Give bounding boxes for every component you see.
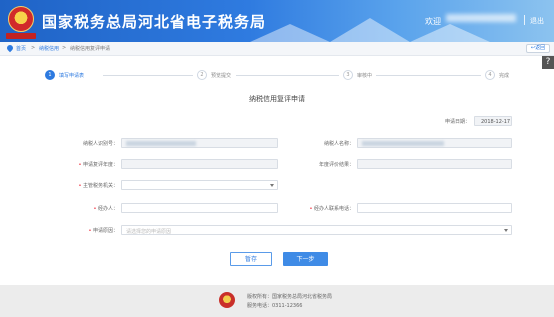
breadcrumb-separator: > [62, 45, 67, 51]
location-pin-icon [5, 43, 15, 53]
welcome-text: 欢迎 [425, 17, 441, 26]
top-header: 国家税务总局河北省电子税务局 欢迎 退出 [0, 0, 554, 42]
back-button-label: 返回 [535, 45, 546, 51]
apply-date-label: 申请日期： [444, 119, 470, 125]
step-connector [236, 75, 339, 76]
chevron-down-icon [504, 229, 508, 232]
header-divider [524, 15, 525, 25]
eval-year-field [121, 159, 278, 169]
step-connector [376, 75, 481, 76]
contact-label-text: 经办人： [97, 206, 118, 212]
tax-authority-label: • 主管税务机关： [58, 182, 118, 189]
annual-result-label: 年度评价结果： [318, 162, 354, 168]
step-1-label: 填写申请表 [59, 73, 85, 79]
header-mountain-decoration [330, 18, 410, 42]
contact-phone-label: • 经办人联系电话： [284, 205, 354, 212]
help-icon[interactable]: ? [542, 56, 554, 69]
user-name-redacted [446, 14, 516, 22]
contact-input[interactable] [121, 203, 278, 213]
breadcrumb-separator: > [31, 45, 36, 51]
back-button[interactable]: ↩返回 [526, 44, 550, 53]
site-title: 国家税务总局河北省电子税务局 [42, 13, 267, 31]
breadcrumb-current: 纳税信用复评申请 [70, 46, 111, 52]
step-1-number: 1 [45, 70, 55, 80]
breadcrumb-credit[interactable]: 纳税信用 [39, 45, 59, 52]
eval-year-label: • 申请复评年度： [58, 161, 118, 168]
footer-hotline: 服务电话：0311-12366 [247, 303, 303, 309]
tax-authority-label-text: 主管税务机关： [82, 183, 118, 189]
apply-date-field: 2018-12-17 [474, 116, 512, 126]
step-3-label: 审核中 [357, 73, 373, 79]
reason-placeholder: 请选择您的申请原因 [126, 229, 172, 235]
tax-authority-select[interactable] [121, 180, 278, 190]
step-3-number: 3 [343, 70, 353, 80]
logout-link[interactable]: 退出 [530, 16, 544, 26]
contact-label: • 经办人： [58, 205, 118, 212]
breadcrumb: 首页 > 纳税信用 > 纳税信用复评申请 ↩返回 [0, 42, 554, 56]
contact-phone-label-text: 经办人联系电话： [313, 206, 354, 212]
tax-emblem-banner-icon [6, 33, 36, 39]
step-connector [103, 75, 193, 76]
taxpayer-name-field [357, 138, 512, 148]
chevron-down-icon [270, 184, 274, 187]
footer-copyright: 版权所有：国家税务总局河北省税务局 [247, 294, 333, 300]
reason-label: • 申请原因： [58, 227, 118, 234]
header-mountain-decoration [410, 24, 490, 42]
next-step-button[interactable]: 下一步 [283, 252, 328, 266]
taxpayer-id-field [121, 138, 278, 148]
reason-label-text: 申请原因： [92, 228, 118, 234]
taxpayer-name-redacted [362, 141, 444, 146]
annual-result-field [357, 159, 512, 169]
step-4-number: 4 [485, 70, 495, 80]
eval-year-label-text: 申请复评年度： [82, 162, 118, 168]
save-draft-button[interactable]: 暂存 [230, 252, 272, 266]
step-2-number: 2 [197, 70, 207, 80]
taxpayer-name-label: 纳税人名称： [323, 141, 354, 147]
form-title: 纳税信用复评申请 [249, 95, 305, 103]
footer: 版权所有：国家税务总局河北省税务局 服务电话：0311-12366 [0, 285, 554, 317]
step-4-label: 完成 [499, 73, 510, 79]
contact-phone-input[interactable] [357, 203, 512, 213]
tax-emblem-icon [8, 6, 34, 32]
reason-select[interactable]: 请选择您的申请原因 [121, 225, 512, 235]
apply-date-value: 2018-12-17 [481, 119, 511, 125]
step-2-label: 预览提交 [211, 73, 232, 79]
taxpayer-id-redacted [126, 141, 196, 146]
breadcrumb-home[interactable]: 首页 [16, 45, 26, 52]
tax-emblem-icon [219, 292, 235, 308]
taxpayer-id-label: 纳税人识别号： [82, 141, 118, 147]
